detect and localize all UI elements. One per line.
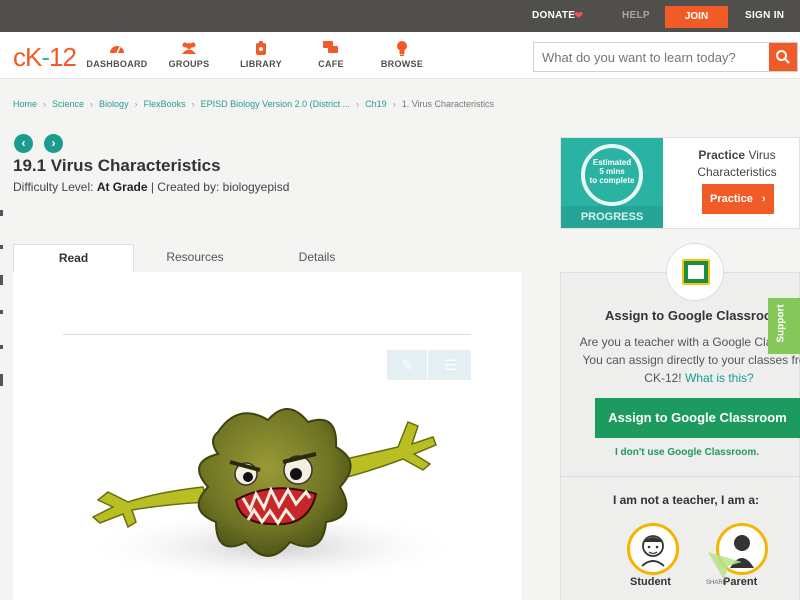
nav-label: CAFE [318, 59, 344, 69]
breadcrumb-science[interactable]: Science [52, 99, 84, 109]
google-classroom-badge [666, 243, 724, 301]
groups-icon [149, 41, 229, 57]
nav-browse[interactable]: BROWSE [362, 41, 442, 69]
donate-link[interactable]: DONATE [532, 10, 575, 21]
student-role-button[interactable] [627, 523, 679, 575]
estimated-mins: 5 mins [599, 167, 625, 176]
library-icon [221, 41, 301, 57]
breadcrumb-separator: › [191, 99, 195, 109]
breadcrumb-current: 1. Virus Characteristics [401, 99, 495, 109]
join-button[interactable]: JOIN [665, 6, 728, 28]
breadcrumb-chapter[interactable]: Ch19 [365, 99, 387, 109]
page-title: 19.1 Virus Characteristics [13, 156, 221, 175]
search-input[interactable] [542, 43, 767, 71]
lesson-tabs: Read Resources Details [13, 244, 521, 274]
ck12-logo[interactable]: cK-12 [13, 42, 77, 73]
dashboard-icon [77, 41, 157, 57]
breadcrumb-separator: › [43, 99, 47, 109]
heart-icon: ❤ [574, 10, 584, 22]
share-arrow-icon[interactable] [706, 548, 746, 582]
breadcrumb-separator: › [356, 99, 360, 109]
breadcrumb-separator: › [90, 99, 94, 109]
top-bar: DONATE ❤ HELP JOIN SIGN IN [0, 0, 800, 32]
assign-google-classroom-button[interactable]: Assign to Google Classroom [595, 398, 800, 438]
nav-cafe[interactable]: CAFE [291, 41, 371, 69]
help-link[interactable]: HELP [622, 10, 650, 21]
nav-groups[interactable]: GROUPS [149, 41, 229, 69]
practice-title-bold: Practice [698, 148, 746, 162]
breadcrumb: Home › Science › Biology › FlexBooks › EPISD Bio… [13, 99, 494, 109]
edge-mark [0, 310, 3, 314]
tab-read[interactable]: Read [13, 244, 134, 274]
support-label: Support [775, 304, 787, 343]
chevron-right-icon: › [761, 193, 766, 205]
what-is-this-link[interactable]: What is this? [685, 371, 754, 385]
nav-dashboard[interactable]: DASHBOARD [77, 41, 157, 69]
panel-divider [561, 476, 800, 477]
edge-mark [0, 210, 3, 216]
breadcrumb-book[interactable]: EPISD Biology Version 2.0 (District ... [201, 99, 351, 109]
breadcrumb-flexbooks[interactable]: FlexBooks [144, 99, 186, 109]
edge-mark [0, 245, 3, 249]
nav-label: GROUPS [168, 59, 210, 69]
nav-label: LIBRARY [240, 59, 282, 69]
practice-button-label: Practice [710, 193, 753, 205]
breadcrumb-home[interactable]: Home [13, 99, 37, 109]
highlight-tool[interactable]: ✎ [387, 350, 428, 380]
next-lesson-button[interactable]: › [44, 134, 63, 153]
annotation-toolbar: ✎ ☰ [387, 350, 471, 380]
edge-mark [0, 374, 3, 386]
difficulty-value: At Grade [96, 180, 148, 194]
pencil-icon: ✎ [401, 357, 413, 373]
edge-mark [0, 345, 3, 349]
search-button[interactable] [769, 43, 797, 71]
logo-dash: - [41, 42, 50, 72]
estimated-time: Estimated 5 mins to complete [584, 158, 640, 185]
notes-icon: ☰ [444, 357, 457, 373]
cafe-icon [291, 41, 371, 57]
search-box [533, 42, 798, 72]
practice-title: Practice Virus Characteristics [676, 147, 798, 181]
google-classroom-panel: Assign to Google Classroom Are you a tea… [560, 272, 800, 600]
estimated-suffix: to complete [589, 176, 635, 185]
logo-text-right: 12 [49, 42, 77, 72]
student-label: Student [630, 576, 671, 588]
no-google-classroom-link[interactable]: I don't use Google Classroom. [581, 447, 793, 458]
difficulty-label: Difficulty Level: [13, 180, 97, 194]
nav-label: BROWSE [380, 59, 424, 69]
notes-tool[interactable]: ☰ [430, 350, 471, 380]
tab-details[interactable]: Details [256, 244, 378, 272]
assign-description: Are you a teacher with a Google Classroo… [579, 333, 800, 387]
nav-library[interactable]: LIBRARY [221, 41, 301, 69]
nav-label: DASHBOARD [86, 59, 148, 69]
practice-button[interactable]: Practice › [702, 184, 774, 214]
lesson-content: ✎ ☰ [13, 272, 521, 600]
share-label: SHARE [706, 580, 727, 586]
chevron-left-icon: ‹ [21, 136, 26, 150]
sign-in-link[interactable]: SIGN IN [745, 10, 784, 21]
support-tab[interactable]: Support [768, 298, 800, 354]
tab-resources[interactable]: Resources [134, 244, 256, 272]
lesson-meta: Difficulty Level: At Grade | Created by:… [13, 180, 289, 194]
breadcrumb-separator: › [392, 99, 396, 109]
virus-illustration [68, 392, 468, 587]
estimated-label: Estimated [592, 158, 632, 167]
student-icon [641, 535, 665, 567]
previous-lesson-button[interactable]: ‹ [14, 134, 33, 153]
edge-mark [0, 275, 3, 285]
breadcrumb-separator: › [134, 99, 138, 109]
main-header: cK-12 DASHBOARD GROUPS LIBRARY CAFE BROW… [0, 32, 800, 79]
created-by: | Created by: biologyepisd [147, 180, 290, 194]
breadcrumb-biology[interactable]: Biology [99, 99, 129, 109]
not-teacher-heading: I am not a teacher, I am a: [612, 493, 760, 507]
practice-progress-image: Estimated 5 mins to complete PROGRESS [561, 138, 663, 228]
browse-icon [362, 41, 442, 57]
google-classroom-icon [682, 259, 710, 285]
chevron-right-icon: › [51, 136, 56, 150]
progress-label: PROGRESS [561, 206, 663, 228]
practice-card: Estimated 5 mins to complete PROGRESS Pr… [560, 137, 800, 229]
search-icon [776, 50, 790, 64]
content-divider [63, 334, 471, 335]
logo-text-left: cK [13, 42, 42, 72]
